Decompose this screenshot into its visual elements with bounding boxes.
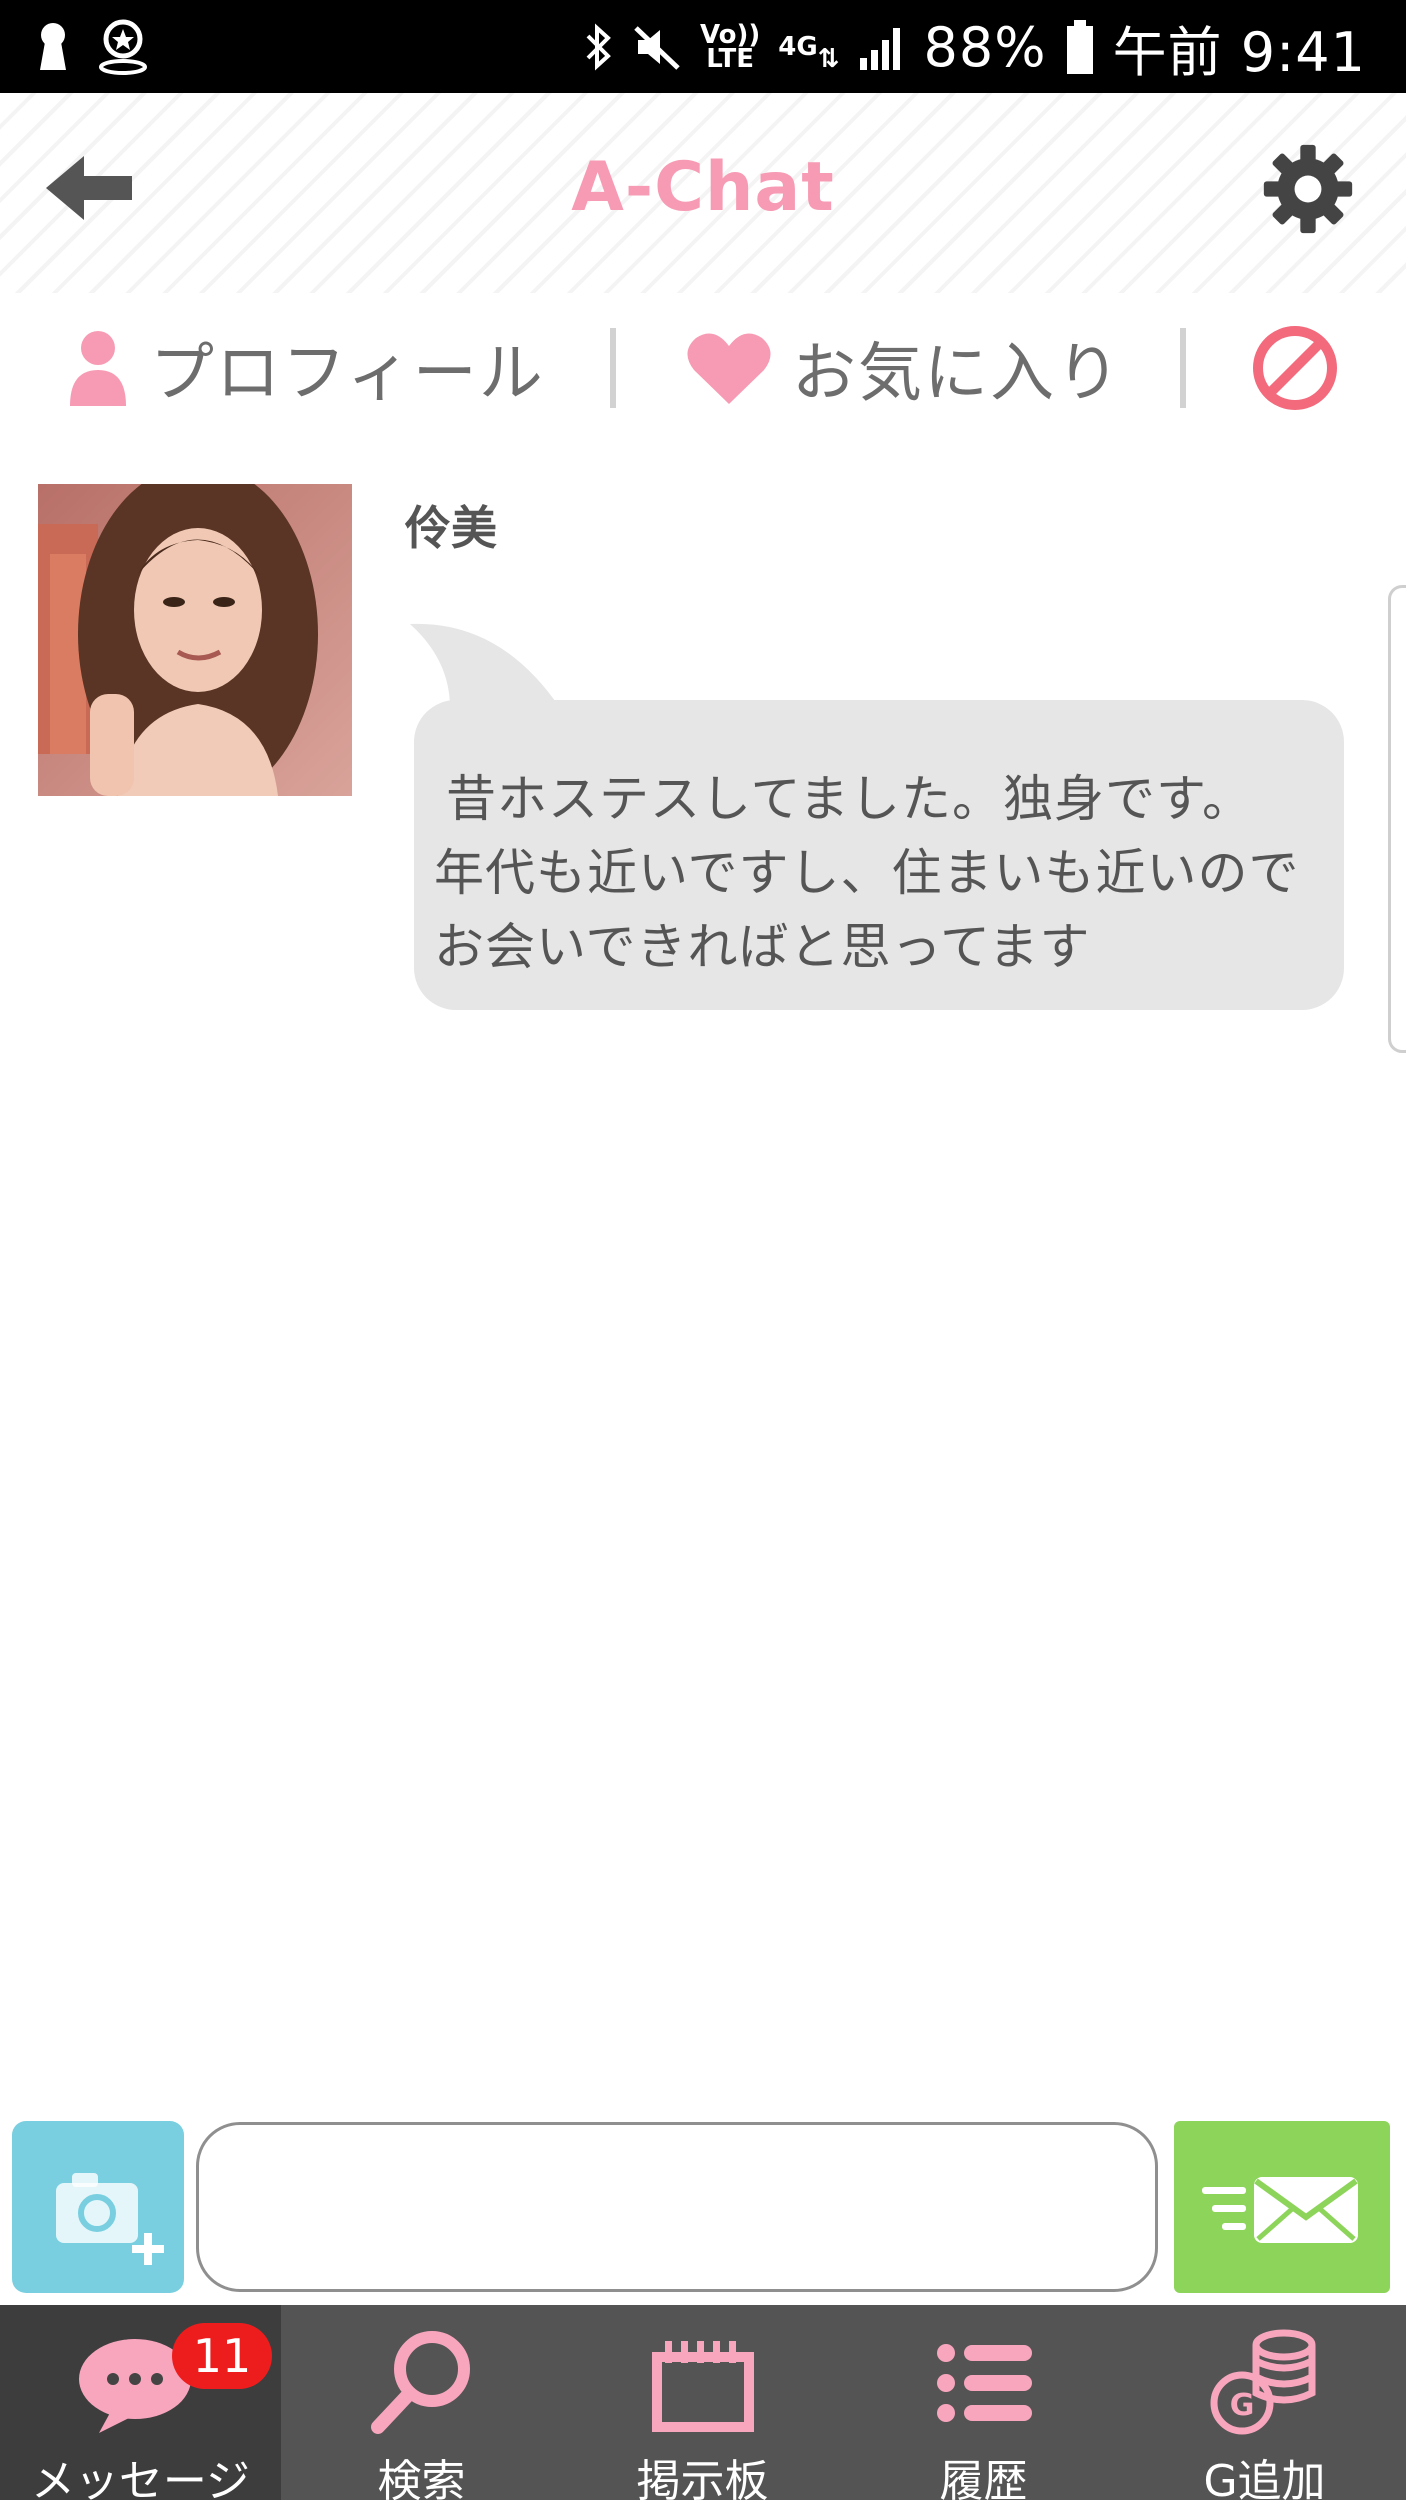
block-button[interactable]: [1250, 323, 1340, 413]
unread-badge: 11: [172, 2323, 272, 2389]
profile-label: プロフィール: [150, 337, 545, 411]
nav-item-messages[interactable]: 11 メッセージ: [0, 2305, 281, 2500]
message-composer: [0, 2110, 1406, 2305]
clock: 午前 9:41: [1112, 20, 1366, 84]
search-icon: [370, 2331, 470, 2434]
list-icon: [936, 2344, 1032, 2422]
nav-item-board[interactable]: 掲示板: [562, 2305, 843, 2500]
bubble-tail: [410, 623, 560, 708]
message-line: 昔ホステスしてました。独身です。: [446, 770, 1253, 828]
send-mail-icon: [1202, 2177, 1358, 2243]
sender-avatar[interactable]: [38, 484, 352, 796]
scroll-indicator[interactable]: [1388, 585, 1406, 1053]
message-line: 年代も近いですし、住まいも近いので: [434, 844, 1300, 902]
mute-icon: [632, 18, 682, 76]
heart-icon: [687, 333, 771, 404]
volte-icon: Vo)) LTE: [699, 20, 761, 74]
message-bubble: 昔ホステスしてました。独身です。 年代も近いですし、住まいも近いので お会いでき…: [414, 700, 1344, 1010]
bluetooth-icon: [582, 18, 614, 76]
nav-label: 掲示板: [636, 2456, 769, 2500]
settings-button[interactable]: [1260, 141, 1356, 237]
signal-icon: [858, 18, 906, 76]
gear-icon: [1263, 144, 1353, 234]
keyhole-notification-icon: [36, 18, 70, 76]
bulletin-board-icon: [651, 2341, 754, 2432]
network-4g-icon: 4G ⇅: [778, 32, 840, 74]
message-input[interactable]: [196, 2122, 1158, 2292]
block-icon: [1253, 326, 1337, 410]
send-button[interactable]: [1174, 2121, 1390, 2293]
location-star-icon: [98, 18, 148, 76]
app-title: A-Chat: [571, 148, 835, 227]
battery-icon: [1065, 18, 1095, 76]
nav-item-search[interactable]: 検索: [281, 2305, 562, 2500]
message-line: お会いできればと思ってます: [434, 918, 1091, 976]
nav-label: メッセージ: [30, 2456, 251, 2500]
nav-label: 履歴: [939, 2456, 1028, 2500]
nav-label: 検索: [377, 2456, 466, 2500]
favorite-label: お気に入り: [792, 337, 1122, 411]
camera-plus-icon: [56, 2173, 164, 2265]
attach-photo-button[interactable]: [12, 2121, 184, 2293]
profile-action-row: プロフィール お気に入り: [0, 293, 1406, 443]
bottom-navigation: 11 メッセージ 検索 掲示板 履歴 G G追加: [0, 2305, 1406, 2500]
divider: [610, 328, 616, 408]
sender-name: 伶美: [405, 501, 497, 555]
nav-item-add-points[interactable]: G G追加: [1124, 2305, 1405, 2500]
battery-percent: 88%: [923, 15, 1047, 79]
status-bar: Vo)) LTE 4G ⇅ 88% 午前 9:41: [0, 0, 1406, 93]
app-header: A-Chat: [0, 93, 1406, 293]
person-icon: [70, 331, 126, 406]
coins-icon: G: [1210, 2329, 1315, 2435]
divider: [1180, 328, 1186, 408]
svg-text:G: G: [1229, 2388, 1254, 2423]
profile-button[interactable]: プロフィール: [66, 323, 545, 413]
nav-label: G追加: [1203, 2456, 1326, 2500]
nav-item-history[interactable]: 履歴: [843, 2305, 1124, 2500]
favorite-button[interactable]: お気に入り: [686, 323, 1122, 413]
